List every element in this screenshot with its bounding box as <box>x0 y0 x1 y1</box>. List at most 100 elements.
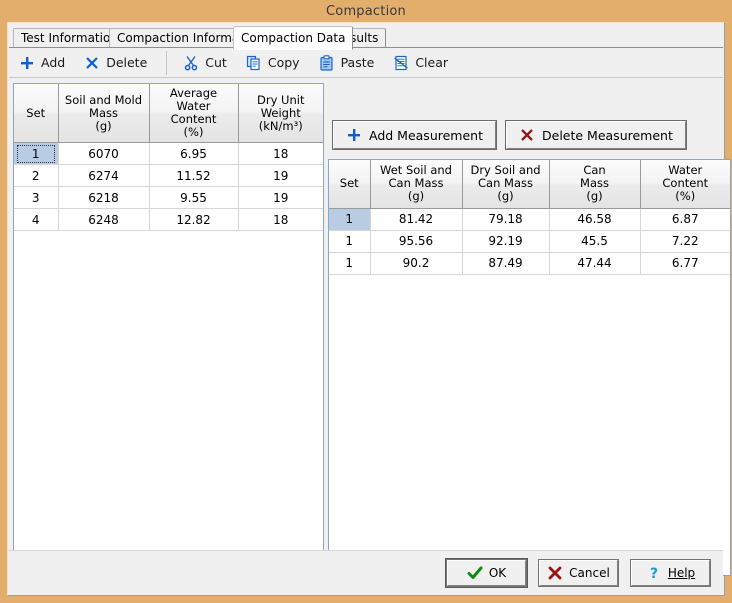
cell-wet-soil-and-can-mass[interactable]: 95.56 <box>370 230 462 252</box>
toolbar-add-button[interactable]: Add <box>13 50 74 76</box>
cell-can-mass[interactable]: 47.44 <box>549 252 640 274</box>
table-row[interactable]: 1 95.56 92.19 45.5 7.22 <box>329 230 730 252</box>
cell-wet-soil-and-can-mass[interactable]: 90.2 <box>370 252 462 274</box>
delete-measurement-button[interactable]: Delete Measurement <box>506 121 686 149</box>
cell-set[interactable]: 1 <box>329 208 370 230</box>
header-line-2: Can Mass <box>389 176 444 190</box>
measurement-button-bar: Add Measurement Delete Measurement <box>333 121 686 149</box>
header-line-1: Water <box>668 163 702 177</box>
tab-compaction-data[interactable]: Compaction Data <box>233 26 353 50</box>
x-icon <box>84 55 100 71</box>
toolbar-item-label: Cut <box>205 55 227 70</box>
help-accel: Help <box>668 566 695 580</box>
cell-dry-unit-weight[interactable]: 19 <box>238 187 323 209</box>
cell-soil-and-mold-mass[interactable]: 6218 <box>58 187 149 209</box>
cell-set[interactable]: 1 <box>329 252 370 274</box>
cell-dry-soil-and-can-mass[interactable]: 87.49 <box>462 252 549 274</box>
cell-average-water-content[interactable]: 11.52 <box>149 165 238 187</box>
cell-wet-soil-and-can-mass[interactable]: 81.42 <box>370 208 462 230</box>
header-label: Set <box>26 106 45 120</box>
x-icon <box>519 127 535 143</box>
column-header-can-mass[interactable]: Can Mass (g) <box>549 160 640 208</box>
column-header-average-water-content[interactable]: Average Water Content (%) <box>149 84 238 143</box>
toolbar-item-label: Delete <box>106 55 147 70</box>
header-line-2: Mass <box>89 106 118 120</box>
toolbar-item-label: Copy <box>268 55 300 70</box>
cell-dry-soil-and-can-mass[interactable]: 92.19 <box>462 230 549 252</box>
header-line-3: (%) <box>675 189 695 203</box>
header-line-3: (g) <box>95 119 111 133</box>
table-row[interactable]: 1 81.42 79.18 46.58 6.87 <box>329 208 730 230</box>
cell-average-water-content[interactable]: 9.55 <box>149 187 238 209</box>
button-label: Delete Measurement <box>542 128 673 143</box>
table-header-row: Set Soil and Mold Mass (g) Average Water… <box>14 84 323 143</box>
question-mark-icon: ? <box>646 565 662 581</box>
column-header-soil-and-mold-mass[interactable]: Soil and Mold Mass (g) <box>58 84 149 143</box>
cell-dry-unit-weight[interactable]: 19 <box>238 165 323 187</box>
toolbar-clear-button[interactable]: Clear <box>387 50 457 76</box>
cell-value: 1 <box>17 145 55 163</box>
cell-water-content[interactable]: 6.77 <box>640 252 730 274</box>
table-header-row: Set Wet Soil and Can Mass (g) Dry Soil a… <box>329 160 730 208</box>
column-header-dry-soil-and-can-mass[interactable]: Dry Soil and Can Mass (g) <box>462 160 549 208</box>
cell-dry-unit-weight[interactable]: 18 <box>238 143 323 165</box>
window-client-area: Test Information Compaction Information … <box>7 22 725 596</box>
cell-average-water-content[interactable]: 12.82 <box>149 209 238 231</box>
button-label: Cancel <box>569 566 610 580</box>
table-row[interactable]: 2 6274 11.52 19 <box>14 165 323 187</box>
paste-icon <box>319 55 335 71</box>
cell-set[interactable]: 4 <box>14 209 58 231</box>
cancel-button[interactable]: Cancel <box>539 560 618 586</box>
cell-set[interactable]: 1 <box>14 143 58 165</box>
cell-water-content[interactable]: 7.22 <box>640 230 730 252</box>
cell-dry-soil-and-can-mass[interactable]: 79.18 <box>462 208 549 230</box>
cell-set[interactable]: 1 <box>329 230 370 252</box>
header-line-1: Can <box>583 163 605 177</box>
table-row[interactable]: 1 90.2 87.49 47.44 6.77 <box>329 252 730 274</box>
column-header-set[interactable]: Set <box>329 160 370 208</box>
toolbar-cut-button[interactable]: Cut <box>177 50 236 76</box>
toolbar-copy-button[interactable]: Copy <box>240 50 309 76</box>
measurements-table: Set Wet Soil and Can Mass (g) Dry Soil a… <box>329 160 730 275</box>
ok-button[interactable]: OK <box>447 560 526 586</box>
cell-soil-and-mold-mass[interactable]: 6070 <box>58 143 149 165</box>
table-row[interactable]: 3 6218 9.55 19 <box>14 187 323 209</box>
header-line-3: (g) <box>408 189 424 203</box>
header-line-2: Can Mass <box>478 176 533 190</box>
column-header-set[interactable]: Set <box>14 84 58 143</box>
window-titlebar: Compaction <box>0 0 732 22</box>
measurements-panel: Set Wet Soil and Can Mass (g) Dry Soil a… <box>328 159 731 576</box>
dialog-footer: OK Cancel ? Help <box>9 550 723 594</box>
column-header-dry-unit-weight[interactable]: Dry Unit Weight (kN/m³) <box>238 84 323 143</box>
column-header-water-content[interactable]: Water Content (%) <box>640 160 730 208</box>
column-header-wet-soil-and-can-mass[interactable]: Wet Soil and Can Mass (g) <box>370 160 462 208</box>
cell-average-water-content[interactable]: 6.95 <box>149 143 238 165</box>
toolbar-paste-button[interactable]: Paste <box>313 50 384 76</box>
compaction-sets-panel: Set Soil and Mold Mass (g) Average Water… <box>13 83 324 576</box>
header-line-1: Dry Soil and <box>470 163 540 177</box>
cell-can-mass[interactable]: 45.5 <box>549 230 640 252</box>
header-line-1: Wet Soil and <box>380 163 452 177</box>
button-label: Help <box>668 566 695 580</box>
cell-can-mass[interactable]: 46.58 <box>549 208 640 230</box>
help-button[interactable]: ? Help <box>631 560 710 586</box>
compaction-window: Compaction Test Information Compaction I… <box>0 0 732 603</box>
cell-dry-unit-weight[interactable]: 18 <box>238 209 323 231</box>
window-title: Compaction <box>326 4 406 19</box>
header-label: Set <box>340 176 359 190</box>
header-line-3: (%) <box>184 125 204 139</box>
plus-icon <box>346 127 362 143</box>
add-measurement-button[interactable]: Add Measurement <box>333 121 496 149</box>
cell-set[interactable]: 2 <box>14 165 58 187</box>
cell-water-content[interactable]: 6.87 <box>640 208 730 230</box>
header-line-3: (g) <box>586 189 602 203</box>
button-label: OK <box>489 566 506 580</box>
compaction-sets-table: Set Soil and Mold Mass (g) Average Water… <box>14 84 323 231</box>
table-row[interactable]: 1 6070 6.95 18 <box>14 143 323 165</box>
toolbar-delete-button[interactable]: Delete <box>78 50 156 76</box>
cell-soil-and-mold-mass[interactable]: 6248 <box>58 209 149 231</box>
table-row[interactable]: 4 6248 12.82 18 <box>14 209 323 231</box>
cell-soil-and-mold-mass[interactable]: 6274 <box>58 165 149 187</box>
cell-set[interactable]: 3 <box>14 187 58 209</box>
plus-icon <box>19 55 35 71</box>
